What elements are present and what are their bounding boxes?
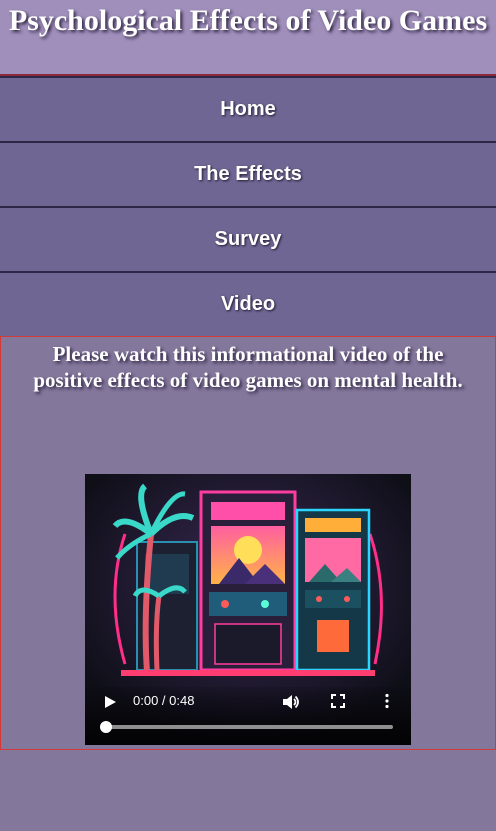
fullscreen-icon[interactable] xyxy=(331,694,345,708)
more-options-icon[interactable] xyxy=(384,693,390,709)
page-title: Psychological Effects of Video Games xyxy=(8,4,488,37)
video-intro-text: Please watch this informational video of… xyxy=(33,342,463,392)
nav-menu: Home The Effects Survey Video xyxy=(0,76,496,338)
nav-item-the-effects[interactable]: The Effects xyxy=(0,143,496,208)
volume-icon[interactable] xyxy=(282,694,300,710)
video-progress-thumb[interactable] xyxy=(100,721,112,733)
nav-item-home[interactable]: Home xyxy=(0,76,496,143)
page-header: Psychological Effects of Video Games xyxy=(0,0,496,76)
nav-item-survey[interactable]: Survey xyxy=(0,208,496,273)
video-time-display: 0:00 / 0:48 xyxy=(133,693,195,708)
video-section: Please watch this informational video of… xyxy=(0,336,496,750)
video-player[interactable]: 0:00 / 0:48 xyxy=(85,474,411,745)
play-icon[interactable] xyxy=(103,695,117,709)
nav-item-video[interactable]: Video xyxy=(0,273,496,338)
video-controls: 0:00 / 0:48 xyxy=(85,687,411,745)
video-progress-bar[interactable] xyxy=(100,721,393,733)
